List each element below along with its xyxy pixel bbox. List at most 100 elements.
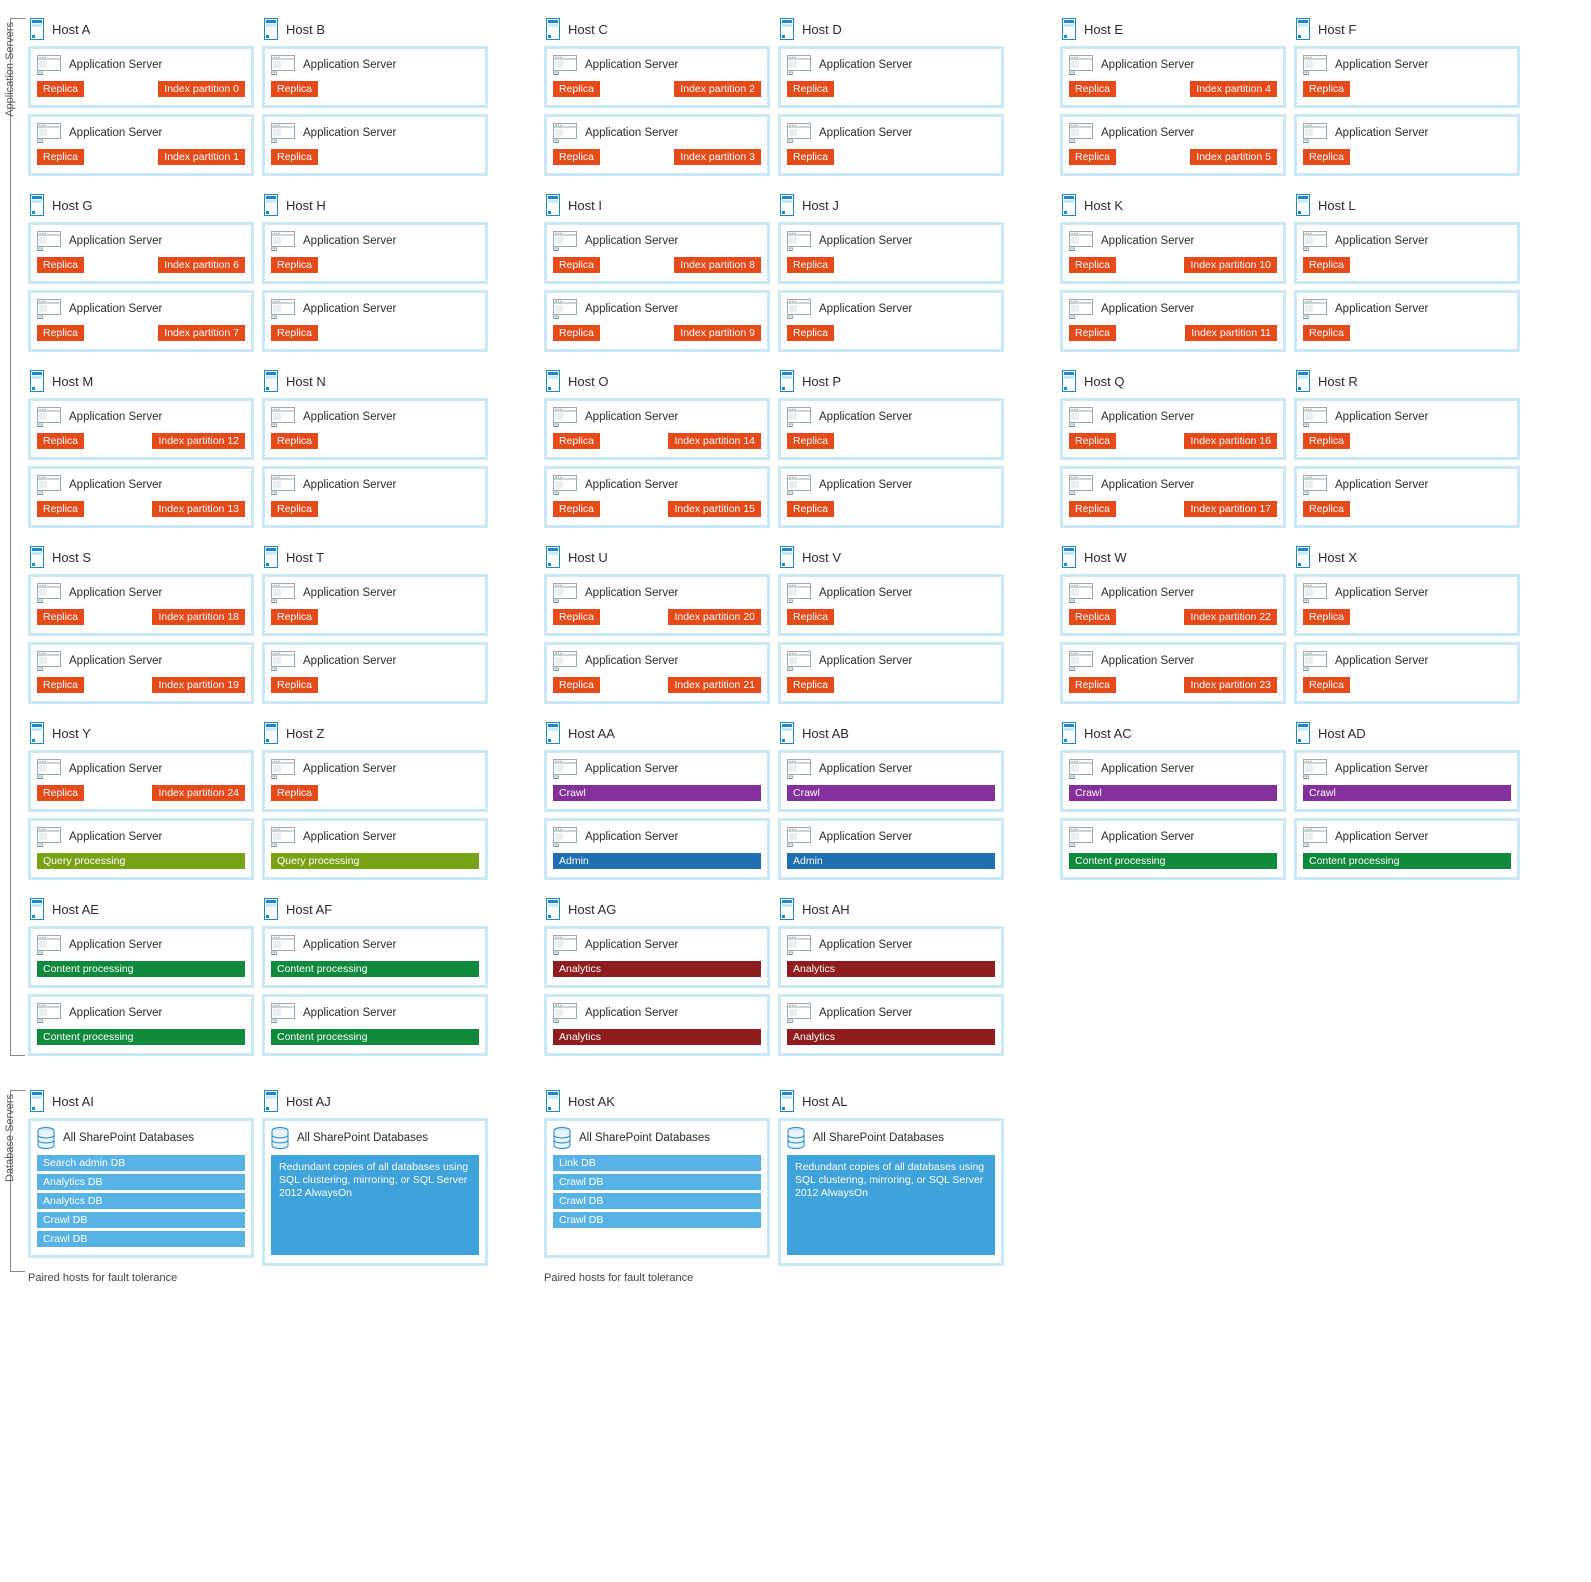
server-box: Application Server Replica <box>778 290 1004 352</box>
server-type-label: Application Server <box>69 655 162 667</box>
host-header: Host G <box>28 194 254 216</box>
application-server-icon <box>271 475 295 495</box>
application-server-icon <box>1303 651 1327 671</box>
server-box: Application Server Replica <box>778 642 1004 704</box>
application-server-icon <box>271 759 295 779</box>
server-box-header: All SharePoint Databases <box>787 1127 995 1149</box>
db-item: Crawl DB <box>553 1212 761 1228</box>
server-box: Application Server Analytics <box>778 994 1004 1056</box>
server-box: Application Server Crawl <box>778 750 1004 812</box>
host-title: Host P <box>802 374 841 389</box>
replica-segment: Replica <box>787 433 834 449</box>
application-server-icon <box>787 759 811 779</box>
host-title: Host X <box>1318 550 1357 565</box>
server-box: Application Server Replica Index partiti… <box>28 46 254 108</box>
server-box: Application Server Replica <box>1294 574 1520 636</box>
server-box: Application Server Analytics <box>778 926 1004 988</box>
index-row: Replica Index partition 23 <box>1069 677 1277 693</box>
server-box-header: Application Server <box>37 231 245 251</box>
server-box: Application Server Replica <box>1294 398 1520 460</box>
server-box: Application Server Replica Index partiti… <box>28 574 254 636</box>
server-box: Application Server Content processing <box>1060 818 1286 880</box>
server-box-header: Application Server <box>1303 299 1511 319</box>
host-pair: Host AI All SharePoint Databases Search … <box>28 1090 488 1284</box>
application-server-icon <box>787 935 811 955</box>
server-type-label: Application Server <box>69 127 162 139</box>
server-box-header: Application Server <box>1303 583 1511 603</box>
host-header: Host AI <box>28 1090 254 1112</box>
application-server-icon <box>37 231 61 251</box>
server-type-label: Application Server <box>303 831 396 843</box>
database-servers-section: Database Servers Host AI All SharePoint … <box>28 1090 1588 1284</box>
index-partition-segment: Index partition 10 <box>1184 257 1277 273</box>
server-box: Application Server Content processing <box>28 926 254 988</box>
application-server-icon <box>553 583 577 603</box>
index-row: Replica <box>271 325 479 341</box>
replica-segment: Replica <box>1303 81 1350 97</box>
index-row: Replica <box>787 149 995 165</box>
host: Host AJ All SharePoint Databases Redunda… <box>262 1090 488 1266</box>
application-server-icon <box>553 1003 577 1023</box>
server-type-label: Application Server <box>1335 587 1428 599</box>
server-box: Application Server Admin <box>544 818 770 880</box>
server-type-label: Application Server <box>303 763 396 775</box>
host: Host G Application Server Replica Index … <box>28 194 254 352</box>
replica-segment: Replica <box>37 785 84 801</box>
server-box: Application Server Replica <box>778 46 1004 108</box>
replica-segment: Replica <box>787 81 834 97</box>
server-type-label: Application Server <box>1335 411 1428 423</box>
server-box-header: Application Server <box>37 759 245 779</box>
host-pair: Host G Application Server Replica Index … <box>28 194 488 352</box>
server-type-label: Application Server <box>819 763 912 775</box>
host-header: Host Z <box>262 722 488 744</box>
host-row: Host AE Application Server Content proce… <box>28 898 1588 1056</box>
server-type-label: Application Server <box>69 831 162 843</box>
server-type-label: Application Server <box>1335 655 1428 667</box>
host-title: Host G <box>52 198 92 213</box>
host-icon <box>1296 194 1310 216</box>
server-box: Application Server ReplicaIndex partitio… <box>28 750 254 812</box>
replica-segment: Replica <box>1303 677 1350 693</box>
server-box-header: Application Server <box>553 475 761 495</box>
host-pair: Host W Application Server Replica Index … <box>1060 546 1520 704</box>
index-partition-segment: Index partition 19 <box>152 677 245 693</box>
host: Host B Application Server Replica Applic… <box>262 18 488 176</box>
application-server-icon <box>1303 583 1327 603</box>
replica-segment: Replica <box>787 149 834 165</box>
index-row: Replica <box>271 785 479 801</box>
application-server-icon <box>271 407 295 427</box>
role-content: Content processing <box>37 961 245 977</box>
server-box: Application Server Replica <box>262 642 488 704</box>
server-box-header: Application Server <box>271 475 479 495</box>
server-type-label: Application Server <box>1101 411 1194 423</box>
index-row: Replica <box>787 501 995 517</box>
index-row: Replica <box>787 609 995 625</box>
server-type-label: Application Server <box>819 587 912 599</box>
server-box-header: Application Server <box>37 407 245 427</box>
server-box: Application Server Query processing <box>262 818 488 880</box>
host-title: Host U <box>568 550 608 565</box>
index-partition-segment: Index partition 16 <box>1184 433 1277 449</box>
index-row: Replica Index partition 11 <box>1069 325 1277 341</box>
host-header: Host I <box>544 194 770 216</box>
application-server-icon <box>271 1003 295 1023</box>
application-server-icon <box>553 231 577 251</box>
index-row: Replica Index partition 7 <box>37 325 245 341</box>
server-box-header: Application Server <box>1303 651 1511 671</box>
application-server-icon <box>1069 759 1093 779</box>
index-row: Replica <box>787 677 995 693</box>
server-type-label: Application Server <box>1101 831 1194 843</box>
host: Host AI All SharePoint Databases Search … <box>28 1090 254 1266</box>
role-query: Query processing <box>37 853 245 869</box>
server-box-header: Application Server <box>787 55 995 75</box>
host-icon <box>264 1090 278 1112</box>
server-box-header: Application Server <box>787 583 995 603</box>
replica-segment: Replica <box>1069 257 1116 273</box>
database-icon <box>787 1127 805 1149</box>
server-box: Application Server Content processing <box>262 994 488 1056</box>
application-server-icon <box>1069 827 1093 847</box>
server-box: Application Server Replica <box>778 574 1004 636</box>
host-icon <box>1062 722 1076 744</box>
host-icon <box>1062 18 1076 40</box>
index-row: Replica <box>1303 257 1511 273</box>
